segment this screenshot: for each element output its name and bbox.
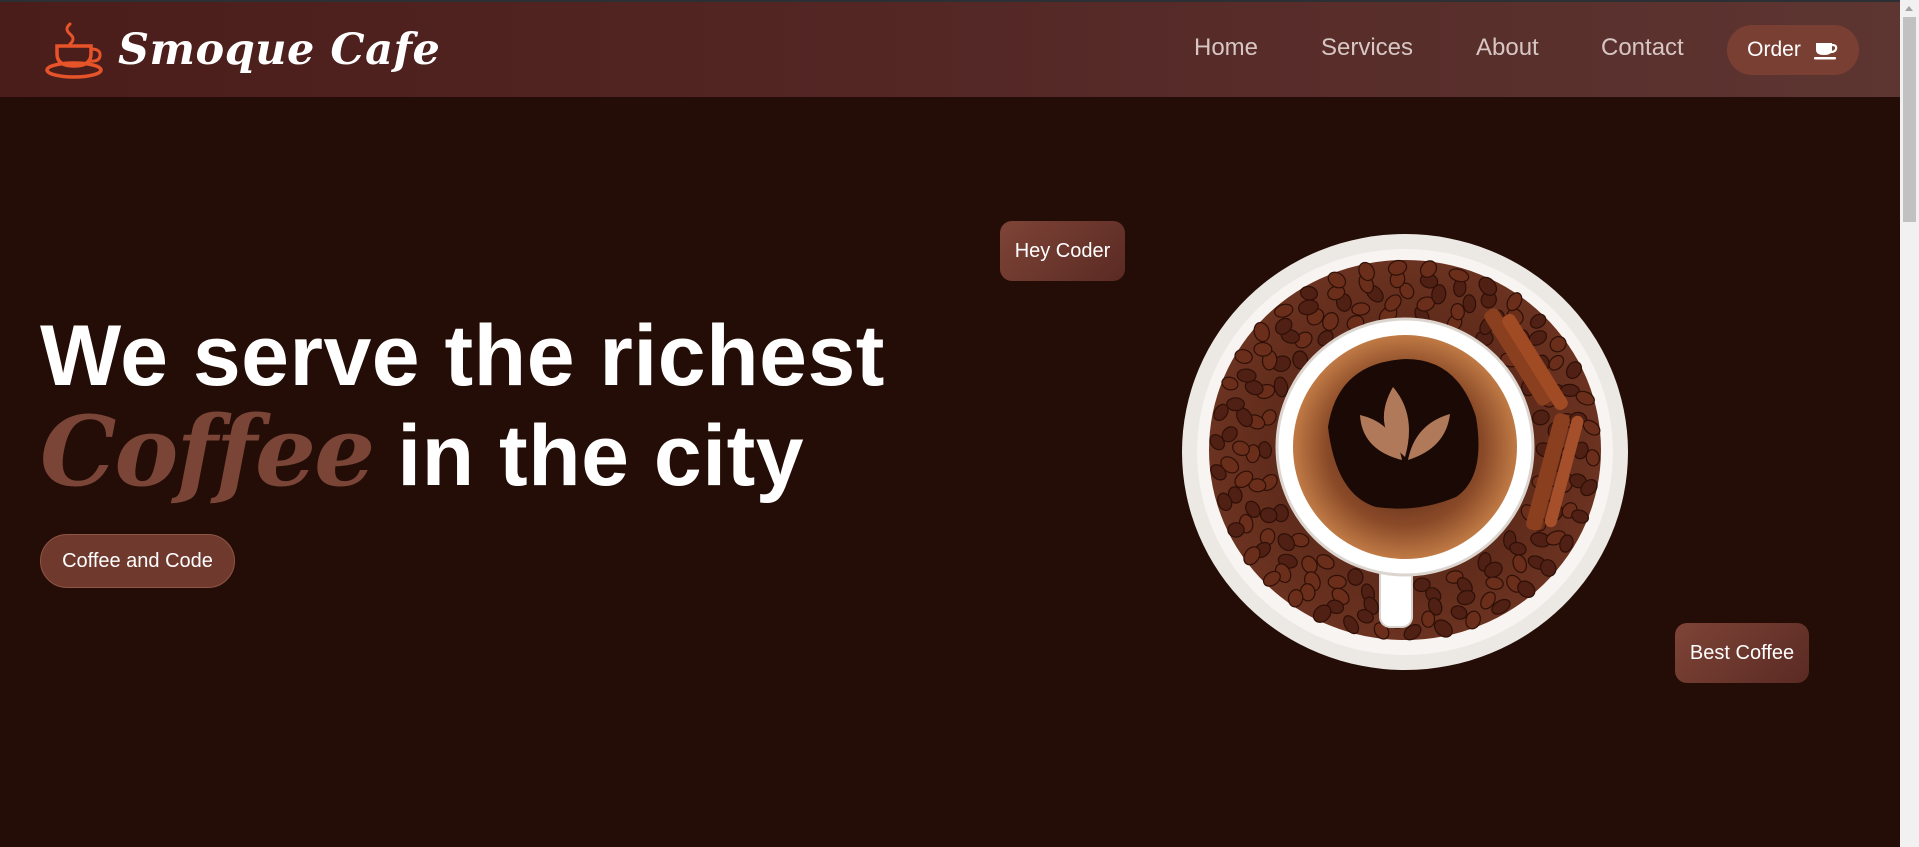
hero-headline: We serve the richest Coffee in the city — [40, 308, 885, 504]
order-button-label: Order — [1747, 38, 1801, 61]
coffee-bean — [1253, 341, 1273, 357]
coffee-bean — [1327, 574, 1347, 590]
coffee-and-code-button[interactable]: Coffee and Code — [40, 534, 235, 588]
coffee-cup-icon — [1813, 43, 1838, 60]
coffee-cup-image — [1182, 234, 1628, 670]
coffee-bean — [1226, 397, 1245, 412]
headline-line-2-text: in the city — [397, 408, 805, 504]
page: Smoque Cafe Home Services About Contact … — [0, 0, 1919, 847]
coffee-bean — [1462, 294, 1477, 314]
hey-coder-badge: Hey Coder — [1000, 221, 1125, 281]
site-header: Smoque Cafe Home Services About Contact … — [0, 2, 1900, 97]
coffee-bean — [1421, 610, 1436, 628]
nav-about[interactable]: About — [1476, 34, 1539, 62]
headline-line-1: We serve the richest — [40, 308, 885, 404]
nav-home[interactable]: Home — [1194, 34, 1258, 62]
order-button[interactable]: Order — [1727, 25, 1859, 75]
main-nav: Home Services About Contact Order — [0, 2, 1900, 97]
headline-highlight-word: Coffee — [40, 395, 375, 508]
coffee-bean — [1227, 522, 1245, 538]
scroll-thumb[interactable] — [1903, 17, 1916, 222]
scroll-up-arrow-icon[interactable] — [1905, 6, 1913, 11]
nav-contact[interactable]: Contact — [1601, 34, 1684, 62]
vertical-scrollbar[interactable] — [1900, 0, 1919, 847]
headline-line-2: Coffee in the city — [40, 395, 885, 508]
best-coffee-badge: Best Coffee — [1675, 623, 1809, 683]
nav-services[interactable]: Services — [1321, 34, 1413, 62]
